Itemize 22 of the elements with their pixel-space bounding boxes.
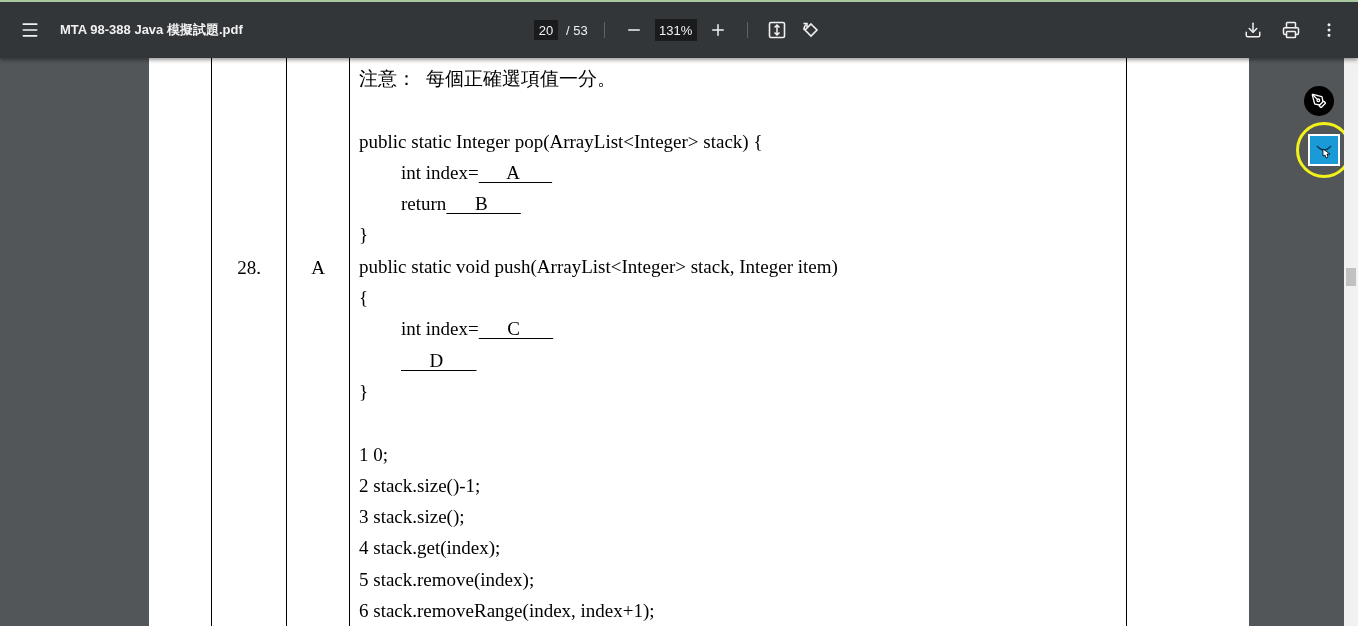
fill-in-line: int index= A: [401, 160, 521, 185]
zoom-field[interactable]: 131%: [654, 19, 697, 41]
fill-in-line: int index= C: [401, 317, 521, 342]
pen-nib-icon[interactable]: [1304, 86, 1334, 116]
code-line: public static Integer pop(ArrayList<Integer> stack) {: [359, 130, 763, 152]
code-line: 3 stack.size();: [359, 506, 465, 528]
extension-button[interactable]: [1308, 134, 1340, 166]
question-number: 28.: [237, 257, 261, 279]
page-number-field[interactable]: 20: [534, 20, 558, 40]
code-line: public static void push(ArrayList<Integer> stack, Integer item): [359, 255, 838, 277]
code-line: 5 stack.remove(index);: [359, 568, 535, 590]
code-line: 1 0;: [359, 443, 389, 465]
document-title: MTA 98-388 Java 模擬試題.pdf: [60, 21, 244, 39]
question-answer: A: [311, 257, 325, 279]
code-line: 6 stack.removeRange(index, index+1);: [359, 600, 655, 622]
code-line: {: [359, 287, 369, 309]
code-line: }: [359, 224, 369, 246]
code-line: 2 stack.size()-1;: [359, 474, 481, 496]
code-line: 4 stack.get(index);: [359, 537, 501, 559]
page-total: / 53: [566, 22, 588, 38]
code-line: 注意： 每個正確選項值一分。: [359, 68, 616, 89]
code-line: }: [359, 380, 369, 402]
